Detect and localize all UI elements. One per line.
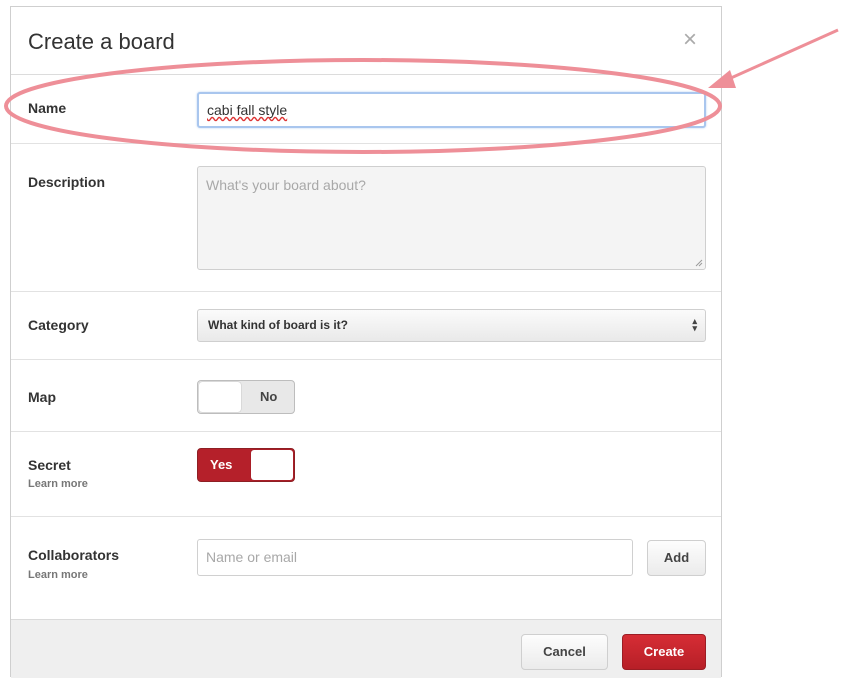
dialog-title: Create a board [28, 29, 175, 54]
category-select[interactable]: What kind of board is it? ▴ ▾ [197, 309, 706, 342]
cancel-button[interactable]: Cancel [521, 634, 608, 670]
category-row: Category What kind of board is it? ▴ ▾ [11, 292, 721, 360]
secret-toggle-text: Yes [210, 457, 233, 472]
annotation-arrow-shaft [721, 28, 839, 84]
add-button[interactable]: Add [647, 540, 706, 576]
name-label: Name [28, 100, 67, 116]
close-icon[interactable]: × [679, 28, 701, 52]
description-textarea[interactable]: What's your board about? [197, 166, 706, 270]
select-arrows-icon: ▴ ▾ [692, 316, 697, 333]
collaborators-label: Collaborators [28, 547, 120, 563]
name-input-value: cabi fall style [207, 102, 288, 118]
secret-label: Secret [28, 457, 71, 473]
dialog-footer: Cancel Create [11, 619, 721, 678]
map-toggle-text: No [260, 389, 278, 404]
name-row: Name cabi fall style [11, 75, 721, 144]
collaborators-row: Collaborators Learn more Name or email A… [11, 517, 721, 619]
toggle-knob [251, 450, 293, 480]
collaborators-learn-more-link[interactable]: Learn more [28, 569, 88, 581]
category-label: Category [28, 317, 89, 333]
secret-row: Secret Learn more Yes [11, 432, 721, 517]
dialog-header: Create a board × [11, 7, 721, 75]
map-row: Map No [11, 360, 721, 432]
collaborators-input[interactable]: Name or email [197, 539, 633, 576]
category-selected-value: What kind of board is it? [208, 318, 348, 332]
map-label: Map [28, 389, 56, 405]
map-toggle[interactable]: No [197, 380, 295, 414]
toggle-knob [199, 382, 241, 412]
secret-learn-more-link[interactable]: Learn more [28, 478, 88, 490]
collaborators-placeholder: Name or email [206, 549, 298, 565]
description-row: Description What's your board about? [11, 144, 721, 292]
create-button[interactable]: Create [622, 634, 706, 670]
resize-handle-icon[interactable] [695, 259, 703, 267]
secret-toggle[interactable]: Yes [197, 448, 295, 482]
description-label: Description [28, 174, 106, 190]
description-placeholder: What's your board about? [206, 177, 366, 193]
create-board-dialog: Create a board × Name cabi fall style De… [10, 6, 722, 678]
name-input[interactable]: cabi fall style [197, 92, 706, 128]
